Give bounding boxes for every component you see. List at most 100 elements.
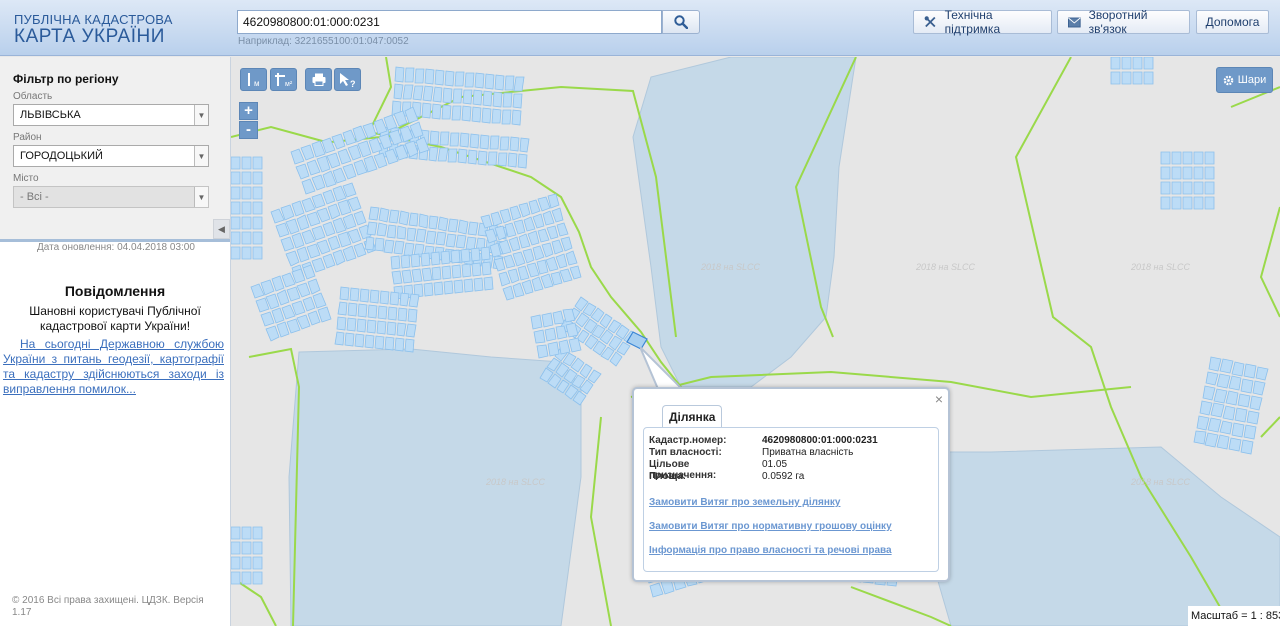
parcel [521, 279, 534, 295]
parcel [1143, 71, 1154, 85]
parcel [407, 308, 418, 323]
parcel [388, 209, 400, 224]
parcel [1132, 57, 1143, 70]
parcel [252, 156, 263, 170]
map-canvas[interactable]: 2018 на SLCC 2018 на SLCC 2018 на SLCC 2… [231, 57, 1280, 626]
collapse-sidebar-button[interactable]: ◀ [213, 219, 230, 239]
zoom-in-button[interactable]: + [239, 102, 258, 120]
parcel [550, 271, 563, 286]
close-icon[interactable]: × [935, 391, 943, 407]
parcel [483, 276, 494, 291]
parcel [1228, 375, 1242, 391]
help-button[interactable]: Допомога [1196, 10, 1269, 34]
parcel [558, 339, 571, 355]
lake-southeast [930, 446, 1280, 626]
parcel [391, 270, 403, 285]
parcel [1193, 196, 1204, 210]
parcel [418, 213, 429, 229]
oblast-label: Область [13, 91, 53, 102]
parcel [368, 206, 380, 221]
parcel [369, 289, 380, 304]
parcel [452, 88, 463, 104]
feedback-button[interactable]: Зворотний зв'язок [1057, 8, 1190, 36]
parcel [533, 329, 546, 344]
parcel [260, 311, 275, 327]
misto-value: - Всі - [20, 191, 49, 203]
scale-label: Масштаб = 1 : 8531 [1188, 606, 1280, 626]
parcel [241, 556, 252, 570]
measure-distance-button[interactable]: м [240, 68, 267, 91]
logo-line1: ПУБЛІЧНА КАДАСТРОВА [14, 12, 173, 27]
parcel [484, 73, 495, 90]
parcel [354, 333, 365, 348]
parcel [252, 186, 263, 200]
parcel [353, 210, 367, 226]
search-button[interactable] [662, 10, 700, 34]
parcel [469, 133, 480, 149]
measure-area-button[interactable]: м² [270, 68, 297, 91]
zoom-out-button[interactable]: - [239, 121, 258, 139]
parcel [346, 317, 357, 332]
order-valuation-link[interactable]: Замовити Витяг про нормативну грошову оц… [649, 521, 892, 532]
parcel [241, 231, 252, 245]
support-button[interactable]: Технічна підтримка [913, 8, 1052, 36]
parcel [312, 292, 327, 309]
parcel [527, 230, 540, 246]
notice-link[interactable]: На сьогодні Державною службою України з … [3, 337, 224, 397]
parcel [532, 213, 545, 229]
parcel [1171, 166, 1182, 180]
watermark: 2018 на SLCC [1131, 477, 1190, 487]
parcel [342, 245, 357, 262]
parcel [1193, 181, 1204, 195]
raion-value: ГОРОДОЦЬКИЙ [20, 150, 103, 162]
parcel [396, 322, 407, 337]
copyright: © 2016 Всі права захищені. ЦДЗК. Версія … [12, 595, 204, 618]
parcel [401, 269, 413, 284]
parcel [1205, 371, 1219, 386]
order-extract-link[interactable]: Замовити Витяг про земельну ділянку [649, 497, 840, 508]
parcel [393, 240, 405, 255]
parcel [241, 216, 252, 230]
parcel [547, 341, 560, 357]
ownership-info-link[interactable]: Інформація про право власності та речові… [649, 545, 892, 556]
parcel [1204, 166, 1215, 180]
layers-label: Шари [1237, 74, 1267, 86]
raion-select[interactable]: ГОРОДОЦЬКИЙ ▼ [13, 145, 209, 167]
parcel [393, 83, 404, 100]
layers-button[interactable]: Шари [1216, 67, 1273, 93]
parcel [252, 541, 263, 555]
parcel [415, 228, 427, 243]
parcel [404, 338, 415, 353]
tab-parcel[interactable]: Ділянка [662, 405, 723, 427]
parcel [424, 68, 435, 85]
svg-text:м²: м² [285, 81, 293, 88]
parcel [364, 334, 375, 349]
parcel [1222, 405, 1236, 421]
field-value: Приватна власність [762, 447, 854, 458]
update-date: Дата оновлення: 04.04.2018 03:00 [37, 242, 195, 253]
parcel [425, 230, 437, 245]
parcel [357, 303, 368, 318]
parcel [461, 263, 472, 278]
oblast-select[interactable]: ЛЬВІВСЬКА ▼ [13, 104, 209, 126]
parcel [231, 201, 241, 215]
identify-button[interactable]: ? [334, 68, 361, 91]
parcel [462, 89, 473, 105]
parcel [296, 246, 310, 263]
parcel [353, 242, 367, 258]
parcel [241, 541, 252, 555]
parcel [252, 216, 263, 230]
notice-title: Повідомлення [64, 283, 166, 299]
search-input[interactable] [237, 10, 662, 34]
parcel [402, 84, 414, 100]
parcel [512, 93, 523, 109]
parcel [1243, 363, 1257, 379]
parcel [434, 69, 445, 86]
parcel [444, 70, 455, 87]
parcel [441, 265, 452, 280]
parcel [252, 171, 263, 185]
print-button[interactable] [305, 68, 332, 91]
parcel [559, 268, 573, 283]
parcel [1143, 57, 1154, 70]
parcel [400, 254, 411, 269]
